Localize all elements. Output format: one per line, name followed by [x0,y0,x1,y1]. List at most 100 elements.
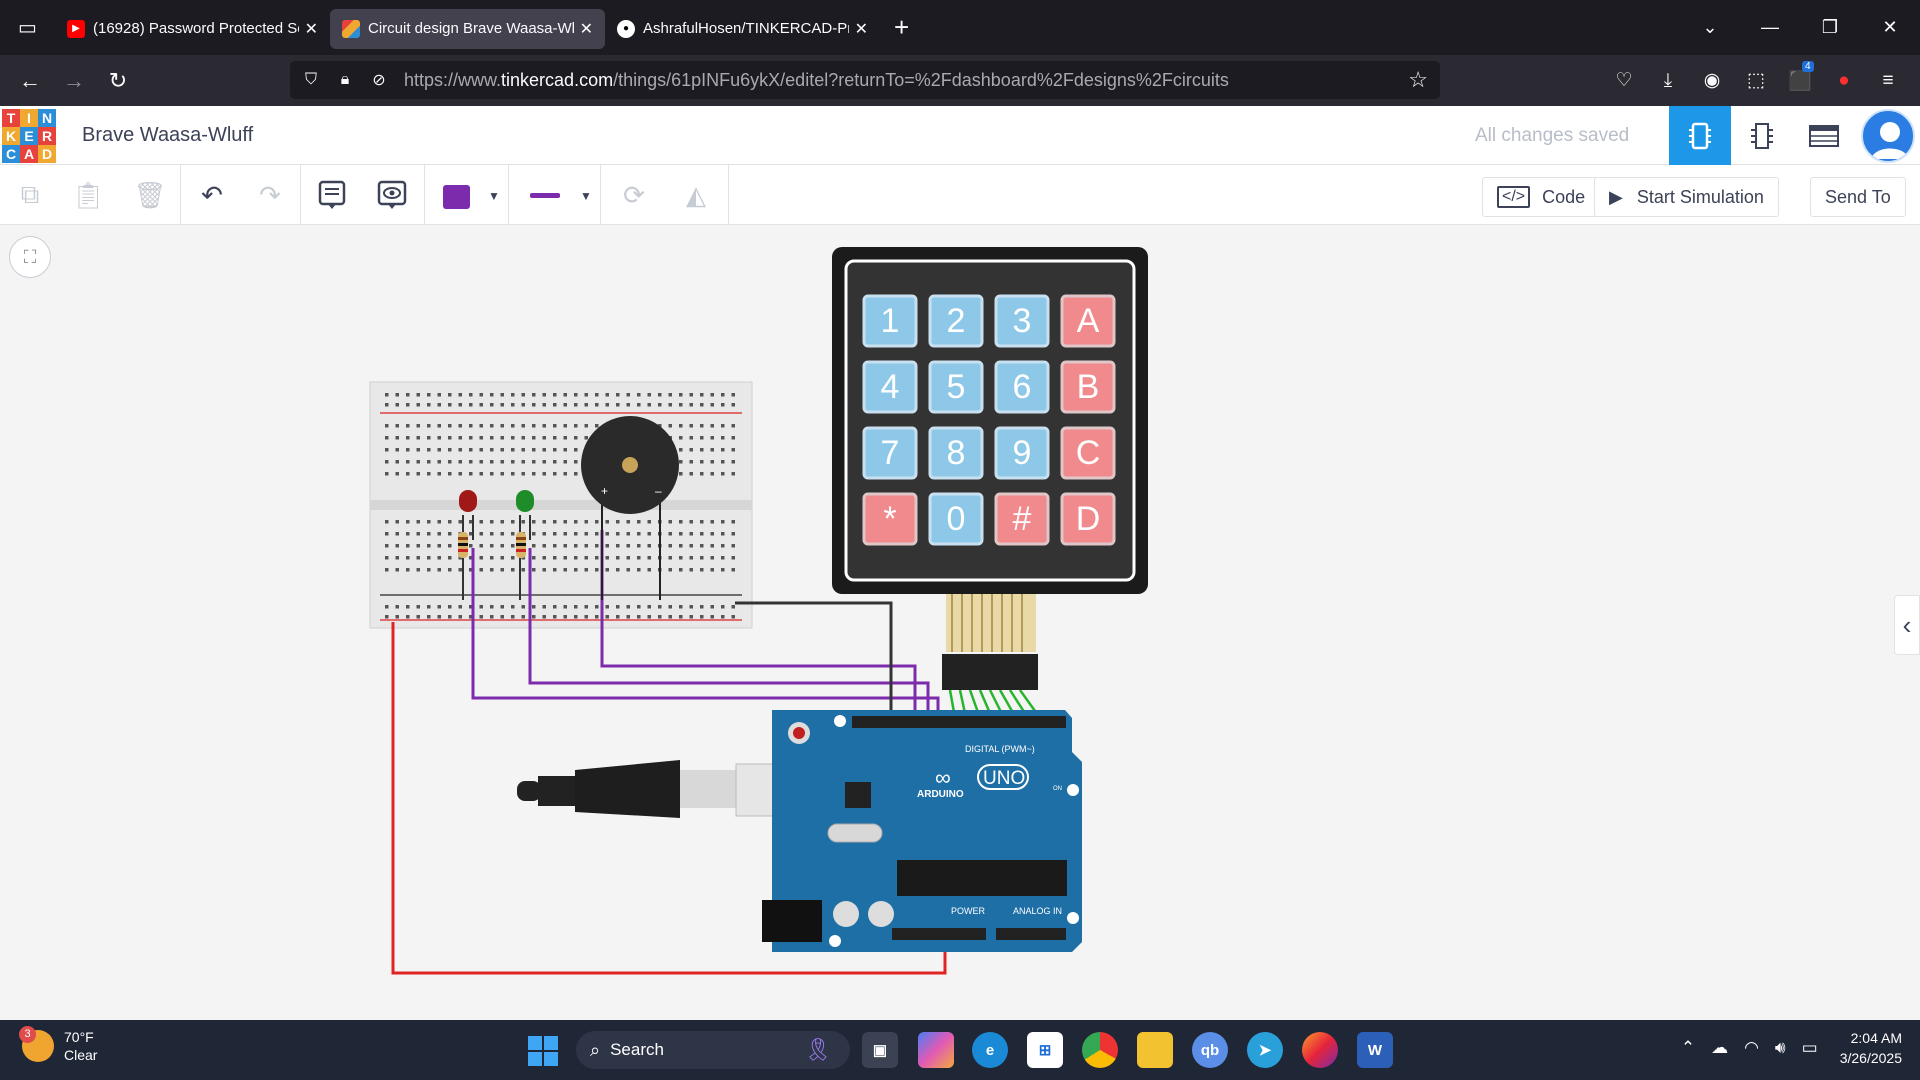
breadboard-hole[interactable] [437,436,442,440]
breadboard-hole[interactable] [595,556,599,560]
breadboard-hole[interactable] [427,472,431,476]
breadboard-hole[interactable] [689,436,694,440]
breadboard-hole[interactable] [521,460,526,464]
breadboard-hole[interactable] [721,532,725,536]
breadboard-hole[interactable] [574,556,578,560]
breadboard-hole[interactable] [721,615,725,619]
breadboard-hole[interactable] [406,403,410,407]
permissions-icon[interactable]: ⊘ [362,70,396,90]
breadboard-hole[interactable] [626,544,631,548]
breadboard-hole[interactable] [479,544,484,548]
breadboard-hole[interactable] [574,393,578,397]
breadboard-hole[interactable] [689,544,694,548]
breadboard-hole[interactable] [469,520,473,524]
breadboard-hole[interactable] [637,393,641,397]
breadboard-hole[interactable] [689,520,694,524]
breadboard-hole[interactable] [427,568,431,572]
breadboard-hole[interactable] [710,520,715,524]
collapse-panel-chevron-icon[interactable]: ‹ [1894,595,1920,655]
breadboard-hole[interactable] [542,424,547,428]
breadboard-hole[interactable] [448,605,452,609]
breadboard-hole[interactable] [595,568,599,572]
menu-icon[interactable]: ≡ [1866,70,1910,92]
chevron-down-icon[interactable]: ▼ [580,189,592,203]
breadboard-hole[interactable] [553,532,557,536]
breadboard-hole[interactable] [563,436,568,440]
breadboard-hole[interactable] [574,424,578,428]
breadboard-hole[interactable] [563,532,568,536]
breadboard-hole[interactable] [448,544,452,548]
breadboard-hole[interactable] [437,568,442,572]
breadboard-hole[interactable] [532,472,536,476]
breadboard-hole[interactable] [521,568,526,572]
delete-icon[interactable]: 🗑︎ [128,175,172,215]
redo-icon[interactable]: ↷ [248,175,292,215]
breadboard-hole[interactable] [731,615,736,619]
breadboard-hole[interactable] [511,424,515,428]
breadboard-hole[interactable] [679,532,683,536]
breadboard-hole[interactable] [700,556,704,560]
resistor-1[interactable] [458,532,468,558]
breadboard-hole[interactable] [574,605,578,609]
breadboard-hole[interactable] [511,568,515,572]
breadboard-hole[interactable] [479,472,484,476]
zoom-to-fit-icon[interactable]: ⛶ [9,236,51,278]
breadboard-hole[interactable] [427,615,431,619]
breadboard-hole[interactable] [668,520,673,524]
breadboard-hole[interactable] [521,448,526,452]
breadboard-hole[interactable] [637,615,641,619]
breadboard-hole[interactable] [469,460,473,464]
schematic-view-button[interactable] [1731,106,1793,165]
breadboard-hole[interactable] [710,532,715,536]
breadboard-hole[interactable] [385,403,389,407]
breadboard-hole[interactable] [689,472,694,476]
send-to-button[interactable]: Send To [1810,177,1906,217]
breadboard-hole[interactable] [427,460,431,464]
breadboard-hole[interactable] [490,436,494,440]
restore-button[interactable]: ❐ [1800,17,1860,38]
clock[interactable]: 2:04 AM 3/26/2025 [1840,1028,1902,1068]
breadboard-hole[interactable] [710,424,715,428]
reload-icon[interactable]: ↻ [96,61,140,101]
breadboard-hole[interactable] [406,615,410,619]
breadboard-hole[interactable] [689,605,694,609]
breadboard-hole[interactable] [500,393,505,397]
breadboard-hole[interactable] [626,520,631,524]
breadboard-hole[interactable] [532,532,536,536]
breadboard-hole[interactable] [469,393,473,397]
breadboard-hole[interactable] [395,393,400,397]
breadboard-hole[interactable] [385,393,389,397]
breadboard-hole[interactable] [700,424,704,428]
breadboard-hole[interactable] [616,520,620,524]
breadboard-hole[interactable] [511,532,515,536]
breadboard-hole[interactable] [584,532,589,536]
breadboard-hole[interactable] [542,393,547,397]
breadboard-hole[interactable] [700,436,704,440]
breadboard-hole[interactable] [532,605,536,609]
wire-type-swatch[interactable] [530,193,560,198]
breadboard-hole[interactable] [616,532,620,536]
breadboard-hole[interactable] [479,556,484,560]
breadboard-hole[interactable] [553,436,557,440]
breadboard-hole[interactable] [721,436,725,440]
breadboard-hole[interactable] [689,424,694,428]
breadboard-hole[interactable] [595,403,599,407]
breadboard-hole[interactable] [406,460,410,464]
keypad-4x4[interactable]: 1 2 3 A 4 5 6 B 7 8 9 C * 0 # D [832,247,1148,690]
breadboard-hole[interactable] [679,615,683,619]
breadboard-hole[interactable] [721,448,725,452]
breadboard-hole[interactable] [490,448,494,452]
breadboard-hole[interactable] [416,403,421,407]
breadboard-hole[interactable] [469,403,473,407]
breadboard-hole[interactable] [511,615,515,619]
breadboard-hole[interactable] [385,615,389,619]
downloads-icon[interactable]: ⤓ [1646,70,1690,92]
breadboard-hole[interactable] [542,472,547,476]
breadboard-hole[interactable] [385,472,389,476]
breadboard-hole[interactable] [689,568,694,572]
breadboard-hole[interactable] [721,393,725,397]
breadboard-hole[interactable] [574,568,578,572]
circuit-canvas[interactable]: + – 1 2 3 A 4 5 6 B 7 8 9 C * 0 # D DIGITAL [0,225,1920,1020]
breadboard-hole[interactable] [385,532,389,536]
breadboard-hole[interactable] [679,568,683,572]
